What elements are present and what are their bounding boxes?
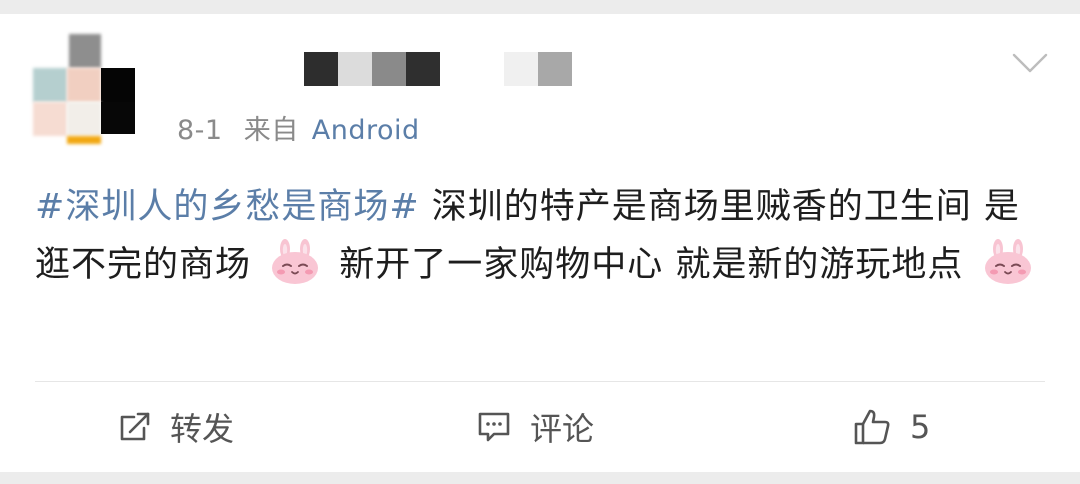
source-prefix: 来自 bbox=[243, 115, 299, 146]
source-device-link[interactable]: Android bbox=[312, 115, 420, 146]
like-button[interactable]: 5 bbox=[852, 402, 930, 452]
post-meta: 8-1 来自 Android bbox=[177, 108, 420, 147]
share-icon bbox=[120, 412, 150, 441]
pink-bunny-smile-icon bbox=[272, 239, 319, 284]
top-gap bbox=[0, 0, 1080, 14]
like-count: 5 bbox=[910, 408, 931, 446]
comment-icon bbox=[478, 412, 510, 442]
bottom-gap bbox=[0, 472, 1080, 484]
repost-label: 转发 bbox=[170, 410, 235, 448]
post-text: #深圳人的乡愁是商场# 深圳的特产是商场里贼香的卫生间 是逛不完的商场 新开了一… bbox=[35, 178, 1045, 294]
comment-button[interactable]: 评论 bbox=[476, 402, 594, 452]
thumbs-up-icon bbox=[854, 409, 890, 445]
repost-button[interactable]: 转发 bbox=[118, 402, 234, 452]
post-time: 8-1 bbox=[177, 115, 223, 146]
post-text-segment-2: 新开了一家购物中心 就是新的游玩地点 bbox=[327, 245, 976, 285]
chevron-down-icon[interactable] bbox=[1012, 52, 1048, 74]
hashtag-link[interactable]: #深圳人的乡愁是商场# bbox=[35, 187, 420, 227]
pink-bunny-smile-icon bbox=[984, 239, 1031, 284]
divider bbox=[35, 381, 1045, 382]
avatar[interactable] bbox=[33, 20, 135, 144]
comment-label: 评论 bbox=[530, 410, 595, 448]
